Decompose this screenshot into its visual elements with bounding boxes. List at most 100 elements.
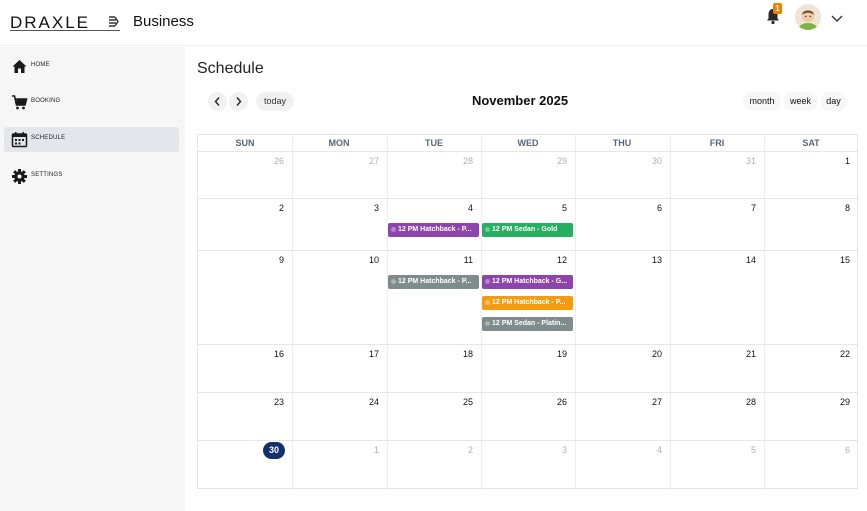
event-label: 12 PM Hatchback - P... — [398, 226, 472, 233]
event-dot-icon — [485, 300, 490, 305]
day-number[interactable]: 24 — [349, 397, 379, 407]
row-divider — [198, 440, 859, 441]
row-divider — [198, 392, 859, 393]
day-number[interactable]: 8 — [820, 203, 850, 213]
day-number[interactable]: 2 — [254, 203, 284, 213]
day-number[interactable]: 13 — [632, 255, 662, 265]
day-number[interactable]: 5 — [537, 203, 567, 213]
prev-month-button[interactable] — [208, 92, 227, 111]
sidebar-item-label: HOME — [31, 62, 50, 68]
column-divider — [481, 135, 482, 490]
calendar-event[interactable]: 12 PM Sedan - Gold — [482, 223, 573, 237]
calendar-title: November 2025 — [471, 93, 569, 108]
event-dot-icon — [485, 321, 490, 326]
day-number[interactable]: 1 — [820, 156, 850, 166]
calendar-event[interactable]: 12 PM Hatchback - P... — [482, 296, 573, 310]
day-number[interactable]: 27 — [632, 397, 662, 407]
sidebar-item-home[interactable]: HOME — [4, 54, 179, 79]
row-divider — [198, 344, 859, 345]
day-number[interactable]: 3 — [349, 203, 379, 213]
sidebar-item-settings[interactable]: SETTINGS — [4, 164, 179, 189]
sidebar-item-label: SCHEDULE — [31, 135, 66, 141]
event-label: 12 PM Sedan - Platin... — [492, 320, 567, 327]
day-number[interactable]: 22 — [820, 349, 850, 359]
event-dot-icon — [485, 227, 490, 232]
event-dot-icon — [485, 279, 490, 284]
view-day-button[interactable]: day — [820, 92, 847, 111]
day-number[interactable]: 18 — [443, 349, 473, 359]
day-number[interactable]: 10 — [349, 255, 379, 265]
weekday-header: MON — [328, 138, 350, 148]
day-number[interactable]: 12 — [537, 255, 567, 265]
event-dot-icon — [391, 279, 396, 284]
day-number[interactable]: 6 — [820, 445, 850, 455]
day-number[interactable]: 17 — [349, 349, 379, 359]
avatar-image — [795, 4, 821, 30]
logo-underline — [10, 30, 120, 31]
weekday-header: FRI — [709, 138, 725, 148]
day-number[interactable]: 27 — [349, 156, 379, 166]
chevron-right-icon — [236, 97, 242, 106]
row-divider — [198, 250, 859, 251]
day-number[interactable]: 1 — [349, 445, 379, 455]
event-dot-icon — [391, 227, 396, 232]
day-number[interactable]: 6 — [632, 203, 662, 213]
day-number[interactable]: 29 — [537, 156, 567, 166]
day-number[interactable]: 7 — [726, 203, 756, 213]
view-month-button[interactable]: month — [743, 92, 781, 111]
day-number[interactable]: 31 — [726, 156, 756, 166]
day-number[interactable]: 28 — [726, 397, 756, 407]
day-number[interactable]: 4 — [443, 203, 473, 213]
avatar[interactable] — [795, 4, 821, 30]
calendar-event[interactable]: 12 PM Hatchback - G... — [482, 275, 573, 289]
calendar-grid: SUN MON TUE WED THU FRI SAT 26 27 28 29 30 31 1 2 3 4 5 6 7… — [197, 134, 859, 490]
top-bar: DRAXLE Business 1 — [0, 0, 867, 46]
sidebar-item-booking[interactable]: BOOKING — [4, 90, 179, 115]
day-number[interactable]: 15 — [820, 255, 850, 265]
row-divider — [198, 198, 859, 199]
cart-icon — [12, 95, 28, 110]
weekday-header: SUN — [235, 138, 255, 148]
column-divider — [387, 135, 388, 490]
sidebar-item-label: BOOKING — [31, 98, 61, 104]
day-number[interactable]: 21 — [726, 349, 756, 359]
day-number[interactable]: 2 — [443, 445, 473, 455]
chevron-down-icon[interactable] — [830, 14, 844, 24]
event-label: 12 PM Hatchback - G... — [492, 278, 568, 285]
calendar-event[interactable]: 12 PM Hatchback - P... — [388, 223, 479, 237]
weekday-header: THU — [612, 138, 632, 148]
day-number[interactable]: 19 — [537, 349, 567, 359]
calendar-event[interactable]: 12 PM Sedan - Platin... — [482, 317, 573, 331]
day-number[interactable]: 30 — [632, 156, 662, 166]
day-number[interactable]: 4 — [632, 445, 662, 455]
today-day-number[interactable]: 30 — [263, 442, 285, 459]
day-number[interactable]: 11 — [443, 255, 473, 265]
home-icon — [12, 60, 27, 73]
weekday-header: WED — [517, 138, 539, 148]
day-number[interactable]: 25 — [443, 397, 473, 407]
gear-icon — [12, 169, 27, 184]
day-number[interactable]: 9 — [254, 255, 284, 265]
row-divider — [198, 151, 859, 152]
day-number[interactable]: 26 — [254, 156, 284, 166]
day-number[interactable]: 28 — [443, 156, 473, 166]
weekday-header: TUE — [425, 138, 443, 148]
day-number[interactable]: 16 — [254, 349, 284, 359]
day-number[interactable]: 3 — [537, 445, 567, 455]
day-number[interactable]: 23 — [254, 397, 284, 407]
day-number[interactable]: 26 — [537, 397, 567, 407]
weekday-header: SAT — [802, 138, 820, 148]
sidebar: HOME BOOKING SCHEDULE SETTINGS — [0, 47, 185, 511]
page-title: Schedule — [197, 60, 264, 77]
column-divider — [292, 135, 293, 490]
calendar-event[interactable]: 12 PM Hatchback - P... — [388, 275, 479, 289]
day-number[interactable]: 5 — [726, 445, 756, 455]
view-week-button[interactable]: week — [783, 92, 818, 111]
day-number[interactable]: 14 — [726, 255, 756, 265]
sidebar-item-schedule[interactable]: SCHEDULE — [4, 127, 179, 152]
next-month-button[interactable] — [229, 92, 248, 111]
today-button[interactable]: today — [256, 92, 294, 111]
day-number[interactable]: 20 — [632, 349, 662, 359]
event-label: 12 PM Sedan - Gold — [492, 226, 558, 233]
day-number[interactable]: 29 — [820, 397, 850, 407]
